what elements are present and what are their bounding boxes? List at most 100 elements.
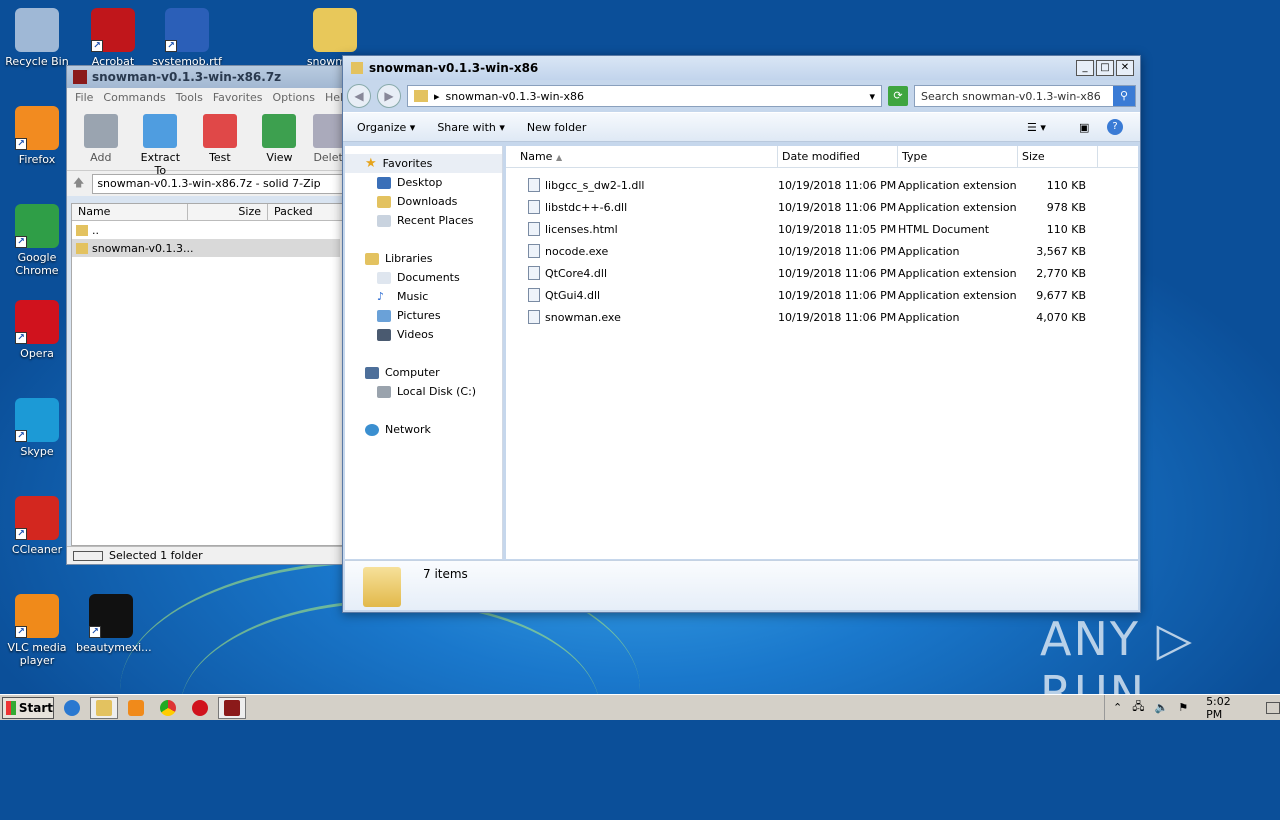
desktop-icon-opera[interactable]: ↗ Opera — [2, 300, 72, 360]
videos-icon — [377, 328, 391, 341]
up-arrow-icon[interactable]: 🡅 — [73, 174, 84, 193]
nav-documents[interactable]: Documents — [345, 268, 502, 287]
file-row[interactable]: QtGui4.dll 10/19/2018 11:06 PM Application… — [506, 284, 1138, 306]
desktop-icon-skype[interactable]: ↗ Skype — [2, 398, 72, 458]
nav-computer[interactable]: Computer — [345, 363, 502, 382]
start-button[interactable]: Start — [2, 696, 54, 719]
menu-favorites[interactable]: Favorites — [213, 91, 263, 105]
shortcut-arrow-icon: ↗ — [15, 138, 27, 150]
taskbar-ie[interactable] — [58, 697, 86, 719]
file-name: QtCore4.dll — [545, 266, 608, 280]
menu-options[interactable]: Options — [273, 91, 315, 105]
menu-file[interactable]: File — [75, 91, 93, 105]
view-button[interactable]: View — [254, 114, 306, 164]
volume-icon[interactable]: 🔈 — [1154, 701, 1168, 714]
col-packed[interactable]: Packed — [268, 204, 348, 220]
desktop-icon-beautymexi-[interactable]: ↗ beautymexi... — [76, 594, 152, 654]
taskbar-opera[interactable] — [186, 697, 214, 719]
extract-to-button[interactable]: Extract To — [135, 114, 187, 177]
list-item[interactable]: .. — [72, 221, 350, 239]
new-folder-button[interactable]: New folder — [527, 121, 586, 134]
back-button[interactable]: ◀ — [347, 84, 371, 108]
share-with-button[interactable]: Share with ▾ — [437, 121, 505, 134]
address-bar[interactable]: ▸ snowman-v0.1.3-win-x86 ▾ — [407, 85, 882, 107]
close-button[interactable]: ✕ — [1116, 60, 1134, 76]
forward-button[interactable]: ▶ — [377, 84, 401, 108]
nav-libraries[interactable]: Libraries — [345, 249, 502, 268]
file-list: Name ▲ Date modified Type Size libgcc_s_… — [506, 146, 1138, 559]
view-options-icon[interactable]: ☰ ▾ — [1027, 121, 1046, 134]
desktop-icon-systemob-rtf[interactable]: ↗ systemob.rtf — [152, 8, 222, 68]
file-date: 10/19/2018 11:05 PM — [778, 222, 897, 236]
file-row[interactable]: libgcc_s_dw2-1.dll 10/19/2018 11:06 PM App… — [506, 174, 1138, 196]
extract-icon — [143, 114, 178, 148]
sevenzip-window[interactable]: snowman-v0.1.3-win-x86.7z File Commands … — [66, 65, 352, 565]
taskbar-explorer[interactable] — [90, 696, 118, 719]
nav-music[interactable]: ♪ Music — [345, 287, 502, 306]
view-label: View — [266, 151, 293, 164]
shortcut-arrow-icon: ↗ — [15, 236, 27, 248]
nav-network[interactable]: Network — [345, 420, 502, 439]
desktop-icon-firefox[interactable]: ↗ Firefox — [2, 106, 72, 166]
nav-local-disk[interactable]: Local Disk (C:) — [345, 382, 502, 401]
delete-button[interactable]: Delet — [313, 114, 343, 164]
show-hidden-icons-icon[interactable]: ⌃ — [1113, 701, 1122, 714]
explorer-window[interactable]: snowman-v0.1.3-win-x86 _ □ ✕ ◀ ▶ ▸ snowm… — [342, 55, 1141, 613]
menu-tools[interactable]: Tools — [176, 91, 203, 105]
file-row[interactable]: QtCore4.dll 10/19/2018 11:06 PM Applicatio… — [506, 262, 1138, 284]
flag-icon[interactable]: ⚑ — [1178, 701, 1188, 714]
desktop-icon-ccleaner[interactable]: ↗ CCleaner — [2, 496, 72, 556]
nav-desktop[interactable]: Desktop — [345, 173, 502, 192]
menu-commands[interactable]: Commands — [103, 91, 165, 105]
help-icon[interactable]: ? — [1107, 119, 1123, 135]
network-tray-icon[interactable]: 🖧 — [1132, 698, 1144, 717]
file-name: licenses.html — [545, 222, 618, 236]
taskbar-winrar[interactable] — [218, 696, 246, 719]
taskbar-media-player[interactable] — [122, 697, 150, 719]
desktop-icon-recycle-bin[interactable]: Recycle Bin — [2, 8, 72, 68]
preview-pane-icon[interactable]: ▣ — [1079, 121, 1089, 134]
file-size: 4,070 KB — [1036, 310, 1086, 324]
desktop-icon-google-chrome[interactable]: ↗ Google Chrome — [2, 204, 72, 277]
file-type: Application extension — [898, 200, 1017, 214]
show-desktop-icon[interactable] — [1266, 701, 1280, 714]
nav-label: Desktop — [397, 176, 443, 189]
file-row[interactable]: snowman.exe 10/19/2018 11:06 PM Applicatio… — [506, 306, 1138, 328]
file-row[interactable]: nocode.exe 10/19/2018 11:06 PM Application… — [506, 240, 1138, 262]
sevenzip-menubar: File Commands Tools Favorites Options He… — [67, 88, 351, 108]
details-pane: 7 items — [345, 560, 1138, 610]
nav-recent-places[interactable]: Recent Places — [345, 211, 502, 230]
nav-pictures[interactable]: Pictures — [345, 306, 502, 325]
nav-downloads[interactable]: Downloads — [345, 192, 502, 211]
chevron-down-icon[interactable]: ▾ — [869, 90, 875, 103]
col-size[interactable]: Size — [188, 204, 268, 220]
search-icon[interactable]: ⚲ — [1113, 86, 1135, 106]
test-button[interactable]: Test — [194, 114, 246, 164]
explorer-titlebar[interactable]: snowman-v0.1.3-win-x86 — [343, 56, 1140, 80]
file-row[interactable]: libstdc++-6.dll 10/19/2018 11:06 PM Applic… — [506, 196, 1138, 218]
col-size[interactable]: Size — [1018, 146, 1098, 167]
add-button[interactable]: Add — [75, 114, 127, 164]
minimize-button[interactable]: _ — [1076, 60, 1094, 76]
taskbar-chrome[interactable] — [154, 697, 182, 719]
file-row[interactable]: licenses.html 10/19/2018 11:05 PM HTML Doc… — [506, 218, 1138, 240]
breadcrumb-arrow-icon[interactable]: ▸ — [434, 90, 440, 103]
col-name[interactable]: Name ▲ — [506, 146, 778, 167]
file-name: nocode.exe — [545, 244, 609, 258]
sevenzip-titlebar[interactable]: snowman-v0.1.3-win-x86.7z — [67, 66, 351, 88]
refresh-button[interactable]: ⟳ — [888, 86, 908, 106]
col-name[interactable]: Name — [72, 204, 188, 220]
organize-button[interactable]: Organize ▾ — [357, 121, 415, 134]
list-item[interactable]: snowman-v0.1.3... — [72, 239, 340, 257]
maximize-button[interactable]: □ — [1096, 60, 1114, 76]
col-date[interactable]: Date modified — [778, 146, 898, 167]
desktop-icon-vlc-media-player[interactable]: ↗ VLC media player — [2, 594, 72, 667]
sevenzip-path-field[interactable]: snowman-v0.1.3-win-x86.7z - solid 7-Zip — [92, 173, 345, 194]
desktop-icon-acrobat[interactable]: ↗ Acrobat — [78, 8, 148, 68]
nav-favorites[interactable]: ★ Favorites — [345, 154, 502, 173]
clock[interactable]: 5:02 PM — [1206, 695, 1250, 721]
app-icon: ↗ — [89, 594, 133, 638]
col-type[interactable]: Type — [898, 146, 1018, 167]
search-input[interactable]: Search snowman-v0.1.3-win-x86 ⚲ — [914, 85, 1136, 107]
nav-videos[interactable]: Videos — [345, 325, 502, 344]
